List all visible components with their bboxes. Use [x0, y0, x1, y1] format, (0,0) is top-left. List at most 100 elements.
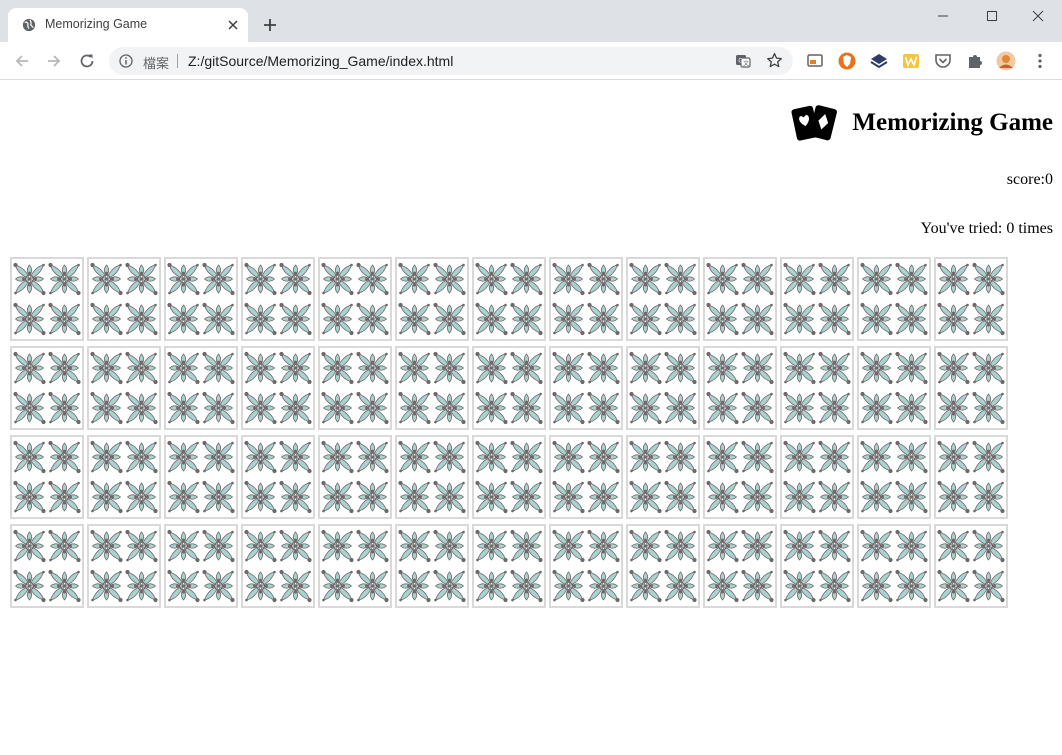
floral-pattern-icon [243, 527, 313, 605]
floral-pattern-icon [859, 438, 929, 516]
game-title: Memorizing Game [852, 109, 1053, 136]
reload-icon[interactable] [78, 52, 96, 70]
card-back[interactable] [318, 346, 392, 430]
info-icon[interactable] [119, 54, 133, 68]
card-back[interactable] [780, 524, 854, 608]
card-back[interactable] [549, 435, 623, 519]
card-back[interactable] [857, 346, 931, 430]
floral-pattern-icon [936, 527, 1006, 605]
card-back[interactable] [395, 257, 469, 341]
cast-extension-icon[interactable] [805, 51, 825, 71]
profile-avatar-icon[interactable] [996, 51, 1016, 71]
browser-tab-strip: Memorizing Game [0, 0, 1062, 42]
floral-pattern-icon [474, 438, 544, 516]
card-back[interactable] [164, 524, 238, 608]
card-back[interactable] [472, 435, 546, 519]
card-back[interactable] [318, 257, 392, 341]
card-back[interactable] [10, 524, 84, 608]
card-back[interactable] [395, 346, 469, 430]
floral-pattern-icon [166, 527, 236, 605]
card-back[interactable] [241, 524, 315, 608]
card-back[interactable] [241, 257, 315, 341]
card-back[interactable] [10, 257, 84, 341]
floral-pattern-icon [782, 438, 852, 516]
more-menu-icon[interactable] [1030, 51, 1050, 71]
card-back[interactable] [395, 524, 469, 608]
layers-extension-icon[interactable] [869, 51, 889, 71]
card-back[interactable] [703, 257, 777, 341]
floral-pattern-icon [89, 260, 159, 338]
card-back[interactable] [472, 524, 546, 608]
floral-pattern-icon [936, 349, 1006, 427]
address-divider [177, 54, 178, 68]
floral-pattern-icon [397, 527, 467, 605]
card-back[interactable] [549, 346, 623, 430]
card-back[interactable] [780, 435, 854, 519]
card-back[interactable] [318, 524, 392, 608]
card-back[interactable] [87, 435, 161, 519]
translate-icon[interactable]: G 文 [735, 53, 751, 69]
floral-pattern-icon [474, 527, 544, 605]
card-back[interactable] [934, 524, 1008, 608]
pocket-extension-icon[interactable] [933, 51, 953, 71]
card-back[interactable] [395, 435, 469, 519]
w-extension-icon[interactable] [901, 51, 921, 71]
card-back[interactable] [857, 435, 931, 519]
card-back[interactable] [241, 346, 315, 430]
floral-pattern-icon [551, 349, 621, 427]
game-page: Memorizing Game score:0 You've tried: 0 … [0, 81, 1062, 755]
card-back[interactable] [164, 435, 238, 519]
card-back[interactable] [87, 524, 161, 608]
card-back[interactable] [549, 257, 623, 341]
card-back[interactable] [164, 257, 238, 341]
floral-pattern-icon [320, 260, 390, 338]
floral-pattern-icon [782, 527, 852, 605]
card-back[interactable] [857, 524, 931, 608]
forward-icon[interactable] [45, 52, 63, 70]
card-back[interactable] [934, 435, 1008, 519]
card-back[interactable] [549, 524, 623, 608]
url-text[interactable]: Z:/gitSource/Memorizing_Game/index.html [188, 53, 453, 69]
score-label: score: [1006, 171, 1045, 188]
security-label: 檔案 [143, 57, 170, 72]
card-back[interactable] [241, 435, 315, 519]
floral-pattern-icon [12, 438, 82, 516]
close-window-icon[interactable] [1028, 6, 1048, 26]
floral-pattern-icon [551, 527, 621, 605]
card-back[interactable] [87, 346, 161, 430]
card-back[interactable] [10, 346, 84, 430]
bookmark-star-icon[interactable] [766, 52, 783, 69]
maximize-icon[interactable] [982, 6, 1002, 26]
back-icon[interactable] [13, 52, 31, 70]
card-back[interactable] [164, 346, 238, 430]
tries-suffix: times [1014, 220, 1053, 237]
card-back[interactable] [934, 257, 1008, 341]
card-back[interactable] [780, 346, 854, 430]
minimize-icon[interactable] [933, 6, 953, 26]
card-back[interactable] [703, 346, 777, 430]
card-back[interactable] [318, 435, 392, 519]
card-back[interactable] [934, 346, 1008, 430]
card-back[interactable] [10, 435, 84, 519]
card-back[interactable] [626, 257, 700, 341]
puzzle-extension-icon[interactable] [965, 51, 985, 71]
new-tab-icon[interactable] [262, 17, 278, 33]
tries-display: You've tried: 0 times [921, 220, 1053, 238]
floral-pattern-icon [628, 260, 698, 338]
card-back[interactable] [857, 257, 931, 341]
browser-tab[interactable]: Memorizing Game [8, 8, 248, 42]
shield-extension-icon[interactable] [837, 51, 857, 71]
floral-pattern-icon [12, 260, 82, 338]
card-back[interactable] [780, 257, 854, 341]
card-back[interactable] [703, 524, 777, 608]
card-back[interactable] [87, 257, 161, 341]
floral-pattern-icon [89, 349, 159, 427]
card-back[interactable] [472, 257, 546, 341]
card-back[interactable] [626, 435, 700, 519]
card-back[interactable] [626, 346, 700, 430]
card-back[interactable] [703, 435, 777, 519]
card-back[interactable] [472, 346, 546, 430]
address-bar[interactable]: 檔案 Z:/gitSource/Memorizing_Game/index.ht… [109, 47, 793, 75]
close-tab-icon[interactable] [226, 18, 240, 32]
card-back[interactable] [626, 524, 700, 608]
